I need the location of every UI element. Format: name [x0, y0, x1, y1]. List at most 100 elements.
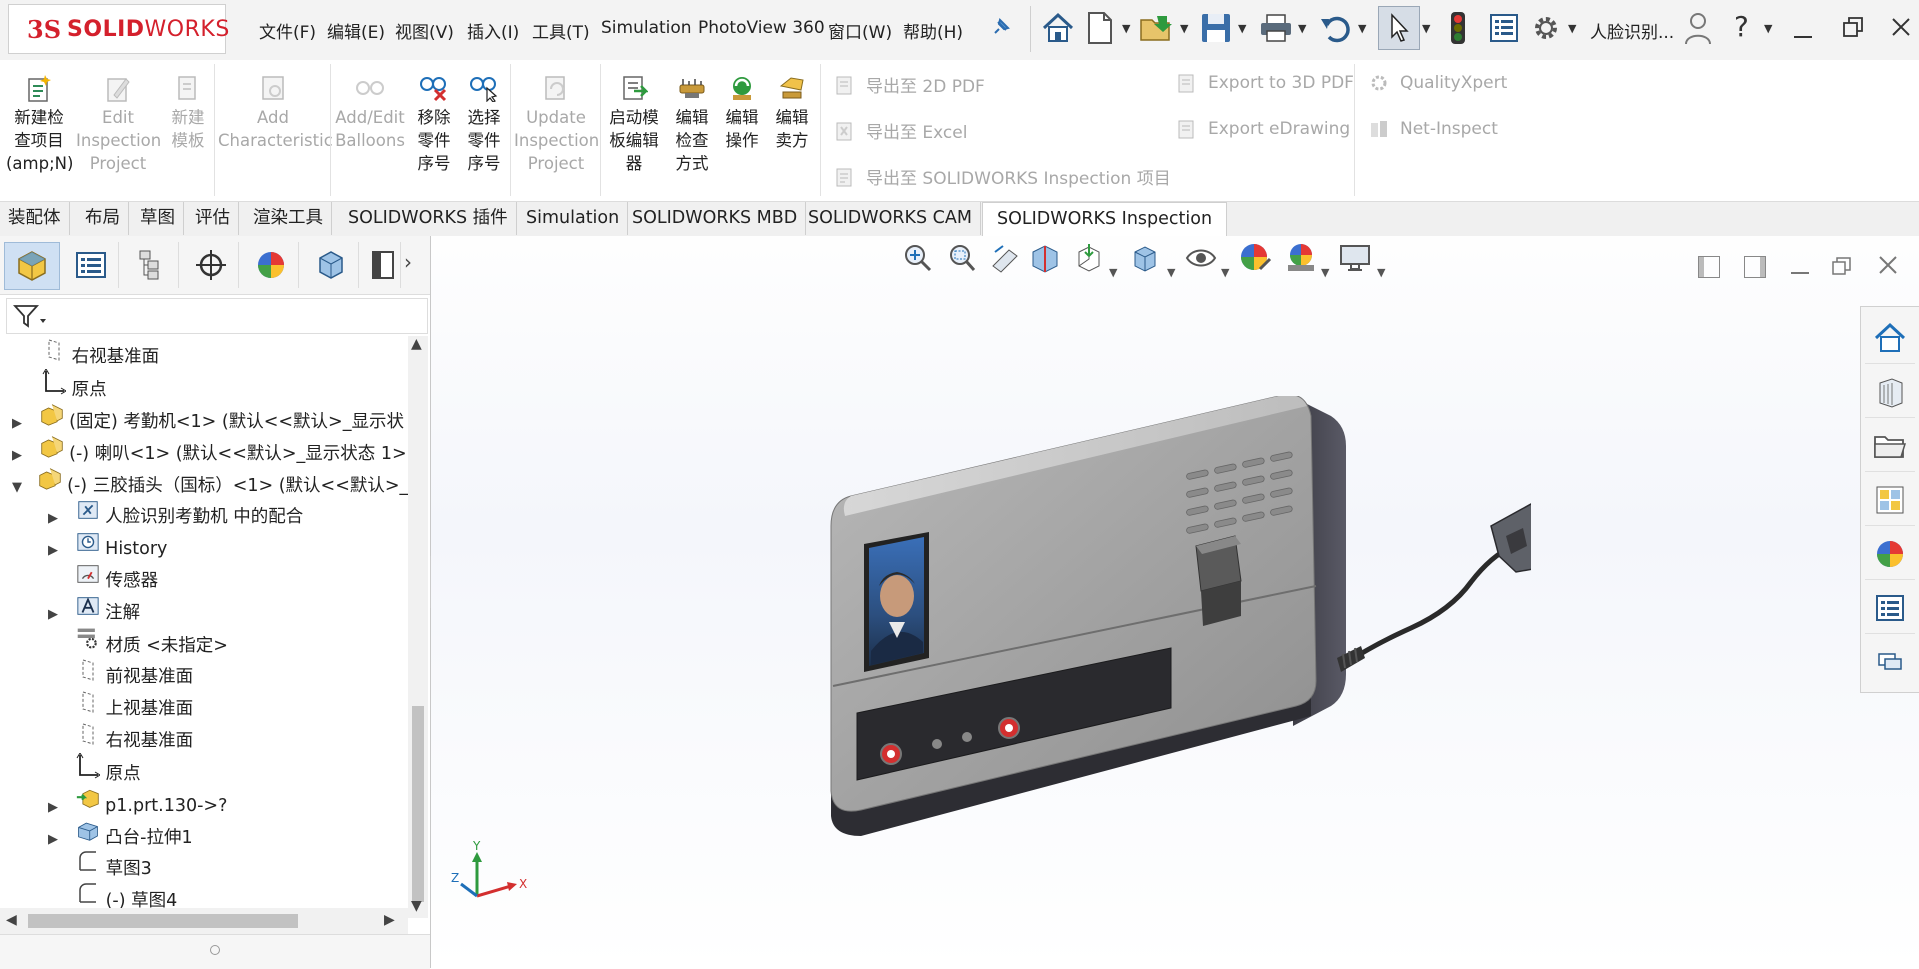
traffic-light-icon[interactable]	[1438, 8, 1478, 48]
hide-show-items-icon[interactable]	[1183, 240, 1219, 276]
menu-window[interactable]: 窗口(W)	[828, 18, 892, 43]
expand-arrow-icon[interactable]: ▶	[48, 800, 58, 815]
view-orientation-icon[interactable]	[1071, 240, 1107, 276]
view-orientation-dropdown-icon[interactable]: ▼	[1109, 266, 1117, 279]
menu-view[interactable]: 视图(V)	[395, 18, 454, 43]
tree-item-imported-part[interactable]: ▶ p1.prt.130->?	[48, 786, 227, 818]
zoom-to-fit-icon[interactable]	[899, 240, 935, 276]
edit-operation-button[interactable]: 编辑 操作	[718, 70, 766, 152]
tab-solidworks-addins[interactable]: SOLIDWORKS 插件	[340, 202, 517, 235]
export-excel-button[interactable]: 导出至 Excel	[834, 118, 967, 143]
feature-manager-tab-icon[interactable]	[4, 242, 60, 290]
design-library-icon[interactable]	[1865, 367, 1915, 418]
gear-dropdown-icon[interactable]: ▼	[1568, 22, 1578, 35]
export-sw-inspection-button[interactable]: 导出至 SOLIDWORKS Inspection 项目	[834, 164, 1171, 189]
restore-icon[interactable]	[1842, 16, 1864, 38]
expand-arrow-icon[interactable]: ▶	[12, 416, 22, 431]
menu-file[interactable]: 文件(F)	[259, 18, 316, 43]
print-icon[interactable]	[1256, 8, 1296, 48]
cam-feature-tree-tab-icon[interactable]	[304, 242, 359, 288]
undo-icon[interactable]	[1316, 8, 1356, 48]
solidworks-logo[interactable]: 3S SOLIDWORKS	[8, 4, 229, 54]
forum-chat-icon[interactable]	[1865, 637, 1915, 687]
splitter-grip-icon[interactable]	[210, 945, 220, 955]
help-icon[interactable]: ?	[1734, 10, 1749, 43]
tree-item-annotations[interactable]: ▶ 注解	[48, 594, 140, 626]
attendance-machine-3d-model[interactable]	[771, 396, 1531, 936]
tab-evaluate[interactable]: 评估	[187, 202, 239, 235]
panel-tabs-scroll-right-icon[interactable]: ›	[404, 250, 412, 274]
select-dropdown-icon[interactable]: ▼	[1422, 22, 1432, 35]
scroll-right-icon[interactable]: ▶	[384, 912, 395, 928]
display-style-dropdown-icon[interactable]: ▼	[1167, 266, 1175, 279]
tab-assembly[interactable]: 装配体	[0, 202, 70, 235]
tree-item-top-plane[interactable]: 上视基准面	[76, 690, 193, 722]
cam-operation-tree-tab-icon[interactable]	[364, 242, 401, 288]
appearances-scenes-icon[interactable]	[1865, 529, 1915, 580]
tree-item-right-plane-2[interactable]: 右视基准面	[76, 722, 193, 754]
hide-show-dropdown-icon[interactable]: ▼	[1221, 266, 1229, 279]
close-icon[interactable]	[1890, 16, 1912, 38]
undo-dropdown-icon[interactable]: ▼	[1358, 22, 1368, 35]
view-settings-dropdown-icon[interactable]: ▼	[1377, 266, 1385, 279]
horizontal-scroll-thumb[interactable]	[28, 914, 298, 928]
scroll-down-icon[interactable]: ▼	[411, 898, 422, 914]
apply-scene-icon[interactable]	[1283, 240, 1319, 276]
quality-xpert-button[interactable]: QualityXpert	[1368, 72, 1507, 94]
expand-arrow-icon[interactable]: ▶	[48, 607, 58, 622]
tree-item-material[interactable]: 材质 <未指定>	[76, 626, 228, 658]
edit-inspection-project-button[interactable]: Edit Inspection Project	[76, 70, 161, 175]
tree-horizontal-scrollbar[interactable]: ◀ ▶	[0, 908, 408, 934]
select-balloon-button[interactable]: 选择 零件 序号	[460, 70, 508, 175]
expand-arrow-icon[interactable]: ▶	[48, 832, 58, 847]
tree-item-front-plane[interactable]: 前视基准面	[76, 658, 193, 690]
apply-scene-dropdown-icon[interactable]: ▼	[1321, 266, 1329, 279]
tree-item-right-plane[interactable]: 右视基准面	[42, 338, 159, 370]
edit-check-method-button[interactable]: 编辑 检查 方式	[668, 70, 716, 175]
select-arrow-icon[interactable]	[1378, 6, 1420, 50]
menu-photoview[interactable]: PhotoView 360	[698, 18, 825, 38]
feature-filter-box[interactable]	[6, 298, 428, 334]
property-manager-tab-icon[interactable]	[64, 242, 119, 288]
tree-item-boss-extrude[interactable]: ▶ 凸台-拉伸1	[48, 818, 193, 850]
menu-simulation[interactable]: Simulation	[601, 18, 692, 38]
configuration-manager-tab-icon[interactable]	[124, 242, 179, 288]
solidworks-resources-home-icon[interactable]	[1865, 313, 1915, 364]
new-document-dropdown-icon[interactable]: ▼	[1122, 22, 1132, 35]
tree-item-sensors[interactable]: 传感器	[76, 562, 158, 594]
tree-item-component-attendance-machine[interactable]: ▶ (固定) 考勤机<1> (默认<<默认>_显示状	[12, 402, 404, 434]
expand-arrow-icon[interactable]: ▶	[12, 448, 22, 463]
tile-left-icon[interactable]	[1698, 256, 1720, 278]
dimxpert-manager-tab-icon[interactable]	[184, 242, 239, 288]
save-dropdown-icon[interactable]: ▼	[1238, 22, 1248, 35]
help-dropdown-icon[interactable]: ▼	[1764, 22, 1774, 35]
menu-edit[interactable]: 编辑(E)	[327, 18, 385, 43]
new-inspection-project-button[interactable]: 新建检 查项目 (amp;N)	[6, 70, 73, 175]
open-dropdown-icon[interactable]: ▼	[1180, 22, 1190, 35]
new-template-button[interactable]: 新建 模板	[160, 70, 216, 152]
tab-solidworks-cam[interactable]: SOLIDWORKS CAM	[800, 202, 981, 235]
tab-render-tools[interactable]: 渲染工具	[245, 202, 332, 235]
user-name-label[interactable]: 人脸识别...	[1590, 18, 1674, 43]
view-palette-icon[interactable]	[1865, 475, 1915, 526]
tab-sketch[interactable]: 草图	[132, 202, 184, 235]
display-manager-tab-icon[interactable]	[244, 242, 299, 288]
zoom-to-area-icon[interactable]	[943, 240, 979, 276]
custom-properties-icon[interactable]	[1865, 583, 1915, 634]
scroll-up-icon[interactable]: ▲	[411, 336, 422, 352]
tree-item-sketch3[interactable]: 草图3	[76, 850, 152, 882]
tree-item-origin-2[interactable]: 原点	[76, 753, 141, 786]
panel-splitter[interactable]	[0, 934, 430, 969]
previous-view-icon[interactable]	[987, 240, 1023, 276]
vertical-scroll-thumb[interactable]	[412, 706, 424, 902]
export-2d-pdf-button[interactable]: 导出至 2D PDF	[834, 72, 985, 97]
new-document-icon[interactable]	[1080, 8, 1120, 48]
expand-arrow-icon[interactable]: ▶	[48, 543, 58, 558]
tab-solidworks-inspection[interactable]: SOLIDWORKS Inspection	[982, 202, 1228, 237]
filter-icon[interactable]	[13, 303, 47, 329]
tree-item-mates[interactable]: ▶ 人脸识别考勤机 中的配合	[48, 498, 303, 530]
export-edrawing-button[interactable]: Export eDrawing	[1176, 118, 1350, 140]
tab-simulation[interactable]: Simulation	[518, 202, 629, 235]
export-3d-pdf-button[interactable]: Export to 3D PDF	[1176, 72, 1354, 94]
view-settings-monitor-icon[interactable]	[1337, 240, 1373, 276]
